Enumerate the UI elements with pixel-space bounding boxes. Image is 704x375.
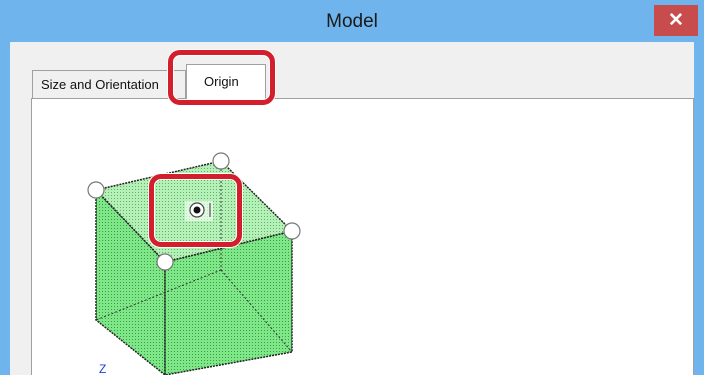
corner-handle[interactable] xyxy=(283,222,301,240)
tab-origin[interactable]: Origin xyxy=(186,64,266,99)
origin-radio-dot xyxy=(193,206,201,214)
corner-handle[interactable] xyxy=(212,152,230,170)
corner-handle[interactable] xyxy=(87,181,105,199)
model-dialog: Model ✕ Size and Orientation Origin Z xyxy=(0,0,704,375)
corner-handle[interactable] xyxy=(156,253,174,271)
cube-origin-diagram: Z xyxy=(87,152,301,375)
tab-label: Origin xyxy=(204,74,239,89)
z-axis-label: Z xyxy=(99,362,106,375)
